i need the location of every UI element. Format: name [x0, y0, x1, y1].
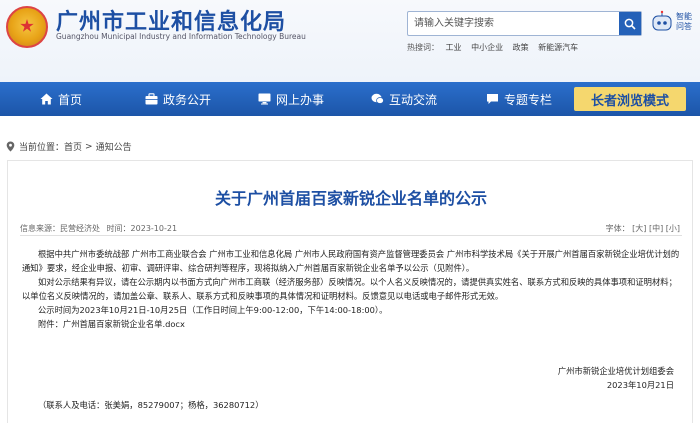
nav-item-label: 专题专栏 [504, 92, 553, 107]
search-button[interactable] [619, 12, 641, 35]
article-paragraph: 如对公示结果有异议，请在公示期内以书面方式向广州市工商联（经济服务部）反映情况。… [22, 277, 677, 301]
home-icon [40, 93, 53, 105]
breadcrumb-prefix: 当前位置： [19, 143, 65, 153]
hot-word-link[interactable]: 政策 [513, 43, 529, 52]
nav-item-label: 首页 [58, 92, 83, 107]
contact-info: （联系人及电话：张美娟，85279007；杨格，36280712） [38, 400, 264, 410]
article-title: 关于广州首届百家新锐企业名单的公示 [214, 189, 487, 208]
breadcrumb-separator: > [85, 141, 93, 152]
article-panel: 关于广州首届百家新锐企业名单的公示 信息来源：民营经济处 时间：2023-10-… [7, 160, 693, 423]
nav-item-label: 互动交流 [389, 92, 438, 107]
search-icon [624, 18, 636, 30]
article-source: 信息来源：民营经济处 [20, 224, 100, 233]
attachment-link[interactable]: 附件：广州首届百家新锐企业名单.docx [22, 317, 684, 331]
font-size-medium[interactable]: [中] [649, 224, 663, 233]
hot-search-row: 热搜词： 工业 中小企业 政策 新能源汽车 [407, 42, 585, 53]
article-signature: 广州市新锐企业培优计划组委会 2023年10月21日 [558, 364, 674, 392]
breadcrumb-current[interactable]: 通知公告 [96, 140, 132, 153]
bureau-emblem-icon [6, 6, 48, 48]
hot-search-label: 热搜词： [407, 43, 439, 52]
search-box [407, 11, 642, 36]
robot-assistant-icon[interactable] [650, 10, 674, 34]
article-paragraph: 公示时间为2023年10月21日-10月25日（工作日时间上午9:00-12:0… [38, 305, 388, 315]
nav-item-interaction[interactable]: 互动交流 [371, 82, 437, 116]
hot-word-link[interactable]: 中小企业 [471, 43, 503, 52]
breadcrumb: 当前位置： 首页 > 通知公告 [6, 140, 132, 153]
article-time: 时间：2023-10-21 [106, 224, 178, 233]
monitor-icon [258, 93, 271, 105]
breadcrumb-home[interactable]: 首页 [64, 140, 82, 153]
site-subtitle: Guangzhou Municipal Industry and Informa… [56, 32, 306, 41]
site-header: 广州市工业和信息化局 Guangzhou Municipal Industry … [0, 0, 700, 82]
font-size-label: 字体： [605, 224, 630, 233]
article-paragraph: 根据中共广州市委统战部 广州市工商业联合会 广州市工业和信息化局 广州市人民政府… [22, 249, 680, 273]
hot-word-link[interactable]: 新能源汽车 [538, 43, 578, 52]
location-pin-icon [6, 141, 15, 152]
nav-item-label: 网上办事 [276, 92, 325, 107]
search-input[interactable] [408, 12, 618, 35]
font-size-small[interactable]: [小] [666, 224, 680, 233]
nav-item-home[interactable]: 首页 [40, 82, 82, 116]
comment-icon [487, 94, 498, 104]
page: 广州市工业和信息化局 Guangzhou Municipal Industry … [0, 0, 700, 423]
briefcase-icon [145, 93, 158, 105]
font-size-large[interactable]: [大] [632, 224, 646, 233]
chat-bubble-icon [371, 93, 384, 104]
article-meta: 信息来源：民营经济处 时间：2023-10-21 [20, 223, 177, 234]
nav-item-label: 政务公开 [163, 92, 212, 107]
nav-item-online-service[interactable]: 网上办事 [258, 82, 324, 116]
divider [20, 235, 682, 236]
font-size-switcher: 字体： [大] [中] [小] [606, 223, 680, 234]
robot-assistant-label[interactable]: 智能问答 [676, 12, 698, 32]
nav-item-gov-affairs[interactable]: 政务公开 [145, 82, 211, 116]
article-body: 根据中共广州市委统战部 广州市工商业联合会 广州市工业和信息化局 广州市人民政府… [22, 247, 684, 331]
hot-word-link[interactable]: 工业 [446, 43, 462, 52]
sign-date: 2023年10月21日 [606, 380, 674, 390]
elder-mode-button[interactable]: 长者浏览模式 [574, 87, 686, 111]
nav-item-special-topics[interactable]: 专题专栏 [486, 82, 552, 116]
signer: 广州市新锐企业培优计划组委会 [557, 366, 674, 376]
